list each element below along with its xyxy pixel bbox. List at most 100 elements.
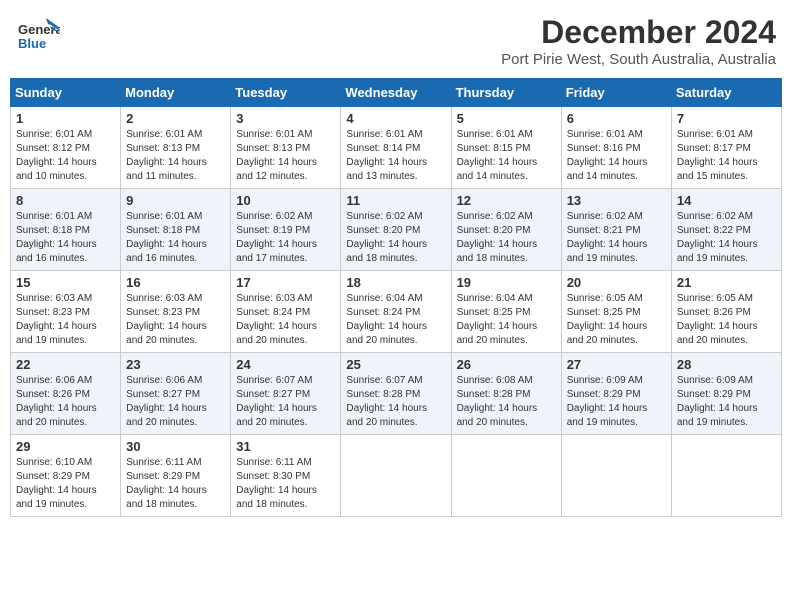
day-cell-18: 18 Sunrise: 6:04 AMSunset: 8:24 PMDayligh… bbox=[341, 271, 451, 353]
sunrise: Sunrise: 6:02 AM bbox=[346, 211, 422, 222]
daylight-hours: Daylight: 14 hours bbox=[236, 157, 317, 168]
sunset: Sunset: 8:19 PM bbox=[236, 225, 310, 236]
sunrise: Sunrise: 6:02 AM bbox=[457, 211, 533, 222]
daylight-minutes: and 20 minutes. bbox=[126, 335, 197, 346]
daylight-minutes: and 20 minutes. bbox=[457, 335, 528, 346]
day-number: 6 bbox=[567, 111, 666, 126]
day-cell-22: 22Sunrise: 6:06 AMSunset: 8:26 PMDayligh… bbox=[11, 353, 121, 435]
daylight-hours: Daylight: 14 hours bbox=[677, 239, 758, 250]
daylight-minutes: and 19 minutes. bbox=[567, 253, 638, 264]
day-number: 5 bbox=[457, 111, 556, 126]
daylight-hours: Daylight: 14 hours bbox=[16, 321, 97, 332]
sunrise: Sunrise: 6:08 AM bbox=[457, 375, 533, 386]
daylight-hours: Daylight: 14 hours bbox=[346, 403, 427, 414]
day-number: 28 bbox=[677, 357, 776, 372]
sunset: Sunset: 8:18 PM bbox=[16, 225, 90, 236]
day-number: 12 bbox=[457, 193, 556, 208]
day-info: Sunrise: 6:08 AMSunset: 8:28 PMDaylight:… bbox=[457, 374, 556, 430]
day-info: Sunrise: 6:07 AMSunset: 8:28 PMDaylight:… bbox=[346, 374, 445, 430]
day-cell-5: 5Sunrise: 6:01 AMSunset: 8:15 PMDaylight… bbox=[451, 107, 561, 189]
weekday-header-wednesday: Wednesday bbox=[341, 79, 451, 107]
sunrise: Sunrise: 6:01 AM bbox=[567, 129, 643, 140]
sunset: Sunset: 8:24 PM bbox=[346, 307, 420, 318]
sunrise: Sunrise: 6:03 AM bbox=[236, 293, 312, 304]
day-cell-3: 3Sunrise: 6:01 AMSunset: 8:13 PMDaylight… bbox=[231, 107, 341, 189]
calendar-body: 1Sunrise: 6:01 AMSunset: 8:12 PMDaylight… bbox=[11, 107, 782, 517]
day-info: Sunrise: 6:01 AMSunset: 8:18 PMDaylight:… bbox=[16, 210, 115, 266]
day-info: Sunrise: 6:03 AMSunset: 8:23 PMDaylight:… bbox=[126, 292, 225, 348]
day-info: Sunrise: 6:02 AMSunset: 8:20 PMDaylight:… bbox=[457, 210, 556, 266]
sunrise: Sunrise: 6:09 AM bbox=[567, 375, 643, 386]
empty-cell bbox=[561, 435, 671, 517]
sunset: Sunset: 8:27 PM bbox=[126, 389, 200, 400]
daylight-hours: Daylight: 14 hours bbox=[457, 403, 538, 414]
weekday-header-friday: Friday bbox=[561, 79, 671, 107]
daylight-hours: Daylight: 14 hours bbox=[236, 403, 317, 414]
day-info: Sunrise: 6:02 AMSunset: 8:21 PMDaylight:… bbox=[567, 210, 666, 266]
sunrise: Sunrise: 6:09 AM bbox=[677, 375, 753, 386]
logo-icon: General Blue bbox=[16, 14, 60, 63]
daylight-hours: Daylight: 14 hours bbox=[677, 157, 758, 168]
day-cell-20: 20Sunrise: 6:05 AMSunset: 8:25 PMDayligh… bbox=[561, 271, 671, 353]
day-number: 2 bbox=[126, 111, 225, 126]
weekday-header-sunday: Sunday bbox=[11, 79, 121, 107]
daylight-hours: Daylight: 14 hours bbox=[16, 157, 97, 168]
sunrise: Sunrise: 6:01 AM bbox=[236, 129, 312, 140]
daylight-minutes: and 13 minutes. bbox=[346, 171, 417, 182]
daylight-minutes: and 14 minutes. bbox=[567, 171, 638, 182]
day-number: 9 bbox=[126, 193, 225, 208]
week-row-5: 29Sunrise: 6:10 AMSunset: 8:29 PMDayligh… bbox=[11, 435, 782, 517]
sunset: Sunset: 8:21 PM bbox=[567, 225, 641, 236]
day-info: Sunrise: 6:05 AMSunset: 8:25 PMDaylight:… bbox=[567, 292, 666, 348]
daylight-hours: Daylight: 14 hours bbox=[457, 157, 538, 168]
day-number: 14 bbox=[677, 193, 776, 208]
day-number: 1 bbox=[16, 111, 115, 126]
day-info: Sunrise: 6:01 AMSunset: 8:13 PMDaylight:… bbox=[126, 128, 225, 184]
sunrise: Sunrise: 6:01 AM bbox=[126, 211, 202, 222]
daylight-hours: Daylight: 14 hours bbox=[16, 403, 97, 414]
day-cell-30: 30Sunrise: 6:11 AMSunset: 8:29 PMDayligh… bbox=[121, 435, 231, 517]
day-number: 18 bbox=[346, 275, 445, 290]
daylight-minutes: and 11 minutes. bbox=[126, 171, 196, 182]
sunrise: Sunrise: 6:01 AM bbox=[16, 129, 92, 140]
day-cell-31: 31 Sunrise: 6:11 AMSunset: 8:30 PMDayligh… bbox=[231, 435, 341, 517]
day-info: Sunrise: 6:04 AMSunset: 8:24 PMDaylight:… bbox=[346, 292, 445, 348]
sunrise: Sunrise: 6:10 AM bbox=[16, 457, 92, 468]
daylight-minutes: and 20 minutes. bbox=[16, 417, 87, 428]
day-cell-12: 12 Sunrise: 6:02 AMSunset: 8:20 PMDayligh… bbox=[451, 189, 561, 271]
day-number: 13 bbox=[567, 193, 666, 208]
daylight-minutes: and 19 minutes. bbox=[567, 417, 638, 428]
sunset: Sunset: 8:28 PM bbox=[346, 389, 420, 400]
day-info: Sunrise: 6:09 AMSunset: 8:29 PMDaylight:… bbox=[567, 374, 666, 430]
daylight-minutes: and 20 minutes. bbox=[126, 417, 197, 428]
day-info: Sunrise: 6:05 AMSunset: 8:26 PMDaylight:… bbox=[677, 292, 776, 348]
daylight-hours: Daylight: 14 hours bbox=[677, 403, 758, 414]
sunset: Sunset: 8:18 PM bbox=[126, 225, 200, 236]
day-number: 31 bbox=[236, 439, 335, 454]
day-cell-8: 8Sunrise: 6:01 AMSunset: 8:18 PMDaylight… bbox=[11, 189, 121, 271]
sunset: Sunset: 8:24 PM bbox=[236, 307, 310, 318]
day-cell-17: 17Sunrise: 6:03 AMSunset: 8:24 PMDayligh… bbox=[231, 271, 341, 353]
day-info: Sunrise: 6:01 AMSunset: 8:14 PMDaylight:… bbox=[346, 128, 445, 184]
day-number: 10 bbox=[236, 193, 335, 208]
daylight-minutes: and 20 minutes. bbox=[236, 335, 307, 346]
sunrise: Sunrise: 6:02 AM bbox=[567, 211, 643, 222]
sunrise: Sunrise: 6:04 AM bbox=[457, 293, 533, 304]
title-block: December 2024 Port Pirie West, South Aus… bbox=[501, 14, 776, 68]
day-info: Sunrise: 6:07 AMSunset: 8:27 PMDaylight:… bbox=[236, 374, 335, 430]
main-title: December 2024 bbox=[501, 14, 776, 51]
day-info: Sunrise: 6:06 AMSunset: 8:27 PMDaylight:… bbox=[126, 374, 225, 430]
day-info: Sunrise: 6:11 AMSunset: 8:29 PMDaylight:… bbox=[126, 456, 225, 512]
day-info: Sunrise: 6:11 AMSunset: 8:30 PMDaylight:… bbox=[236, 456, 335, 512]
sunrise: Sunrise: 6:06 AM bbox=[16, 375, 92, 386]
calendar-table: SundayMondayTuesdayWednesdayThursdayFrid… bbox=[10, 78, 782, 517]
daylight-hours: Daylight: 14 hours bbox=[126, 403, 207, 414]
daylight-minutes: and 12 minutes. bbox=[236, 171, 307, 182]
day-number: 7 bbox=[677, 111, 776, 126]
day-info: Sunrise: 6:02 AMSunset: 8:19 PMDaylight:… bbox=[236, 210, 335, 266]
daylight-minutes: and 18 minutes. bbox=[236, 499, 307, 510]
day-info: Sunrise: 6:01 AMSunset: 8:16 PMDaylight:… bbox=[567, 128, 666, 184]
day-cell-23: 23Sunrise: 6:06 AMSunset: 8:27 PMDayligh… bbox=[121, 353, 231, 435]
daylight-minutes: and 18 minutes. bbox=[457, 253, 528, 264]
sunset: Sunset: 8:30 PM bbox=[236, 471, 310, 482]
